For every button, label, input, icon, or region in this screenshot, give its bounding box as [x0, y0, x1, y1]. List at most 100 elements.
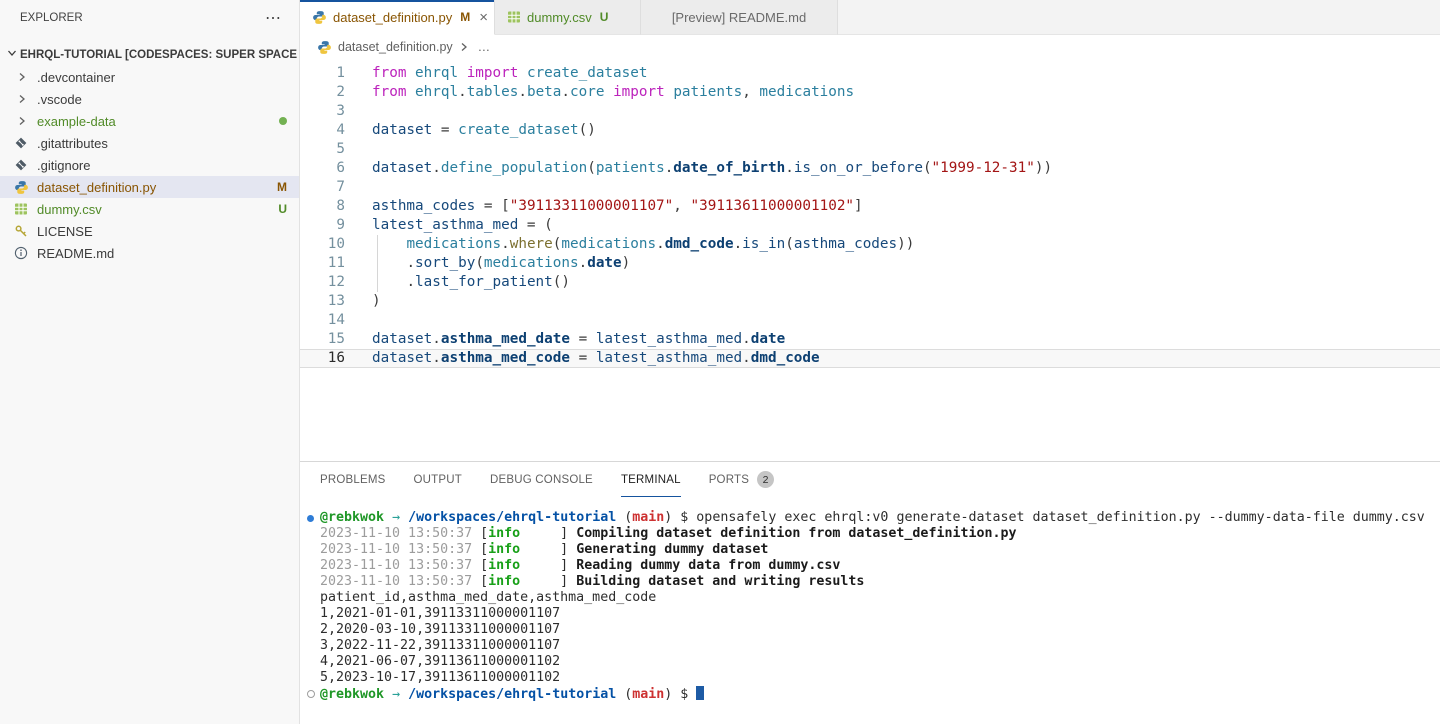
editor-tab-bar: dataset_definition.pyM×dummy.csvU[Previe… [300, 0, 1440, 35]
more-actions-icon[interactable]: ⋯ [265, 8, 281, 28]
csv-icon [14, 202, 37, 216]
code-line-6[interactable]: 6dataset.define_population(patients.date… [300, 159, 1440, 178]
code-editor[interactable]: 1from ehrql import create_dataset2from e… [300, 59, 1440, 461]
code-line-11[interactable]: 11 .sort_by(medications.date) [300, 254, 1440, 273]
line-number: 2 [300, 83, 345, 102]
vscode-window: EXPLORER ⋯ EHRQL-TUTORIAL [CODESPACES: S… [0, 0, 1440, 724]
line-number: 7 [300, 178, 345, 197]
chevron-down-icon [4, 45, 20, 64]
file-item-devcontainer[interactable]: .devcontainer [0, 66, 299, 88]
chevron-right-icon [456, 39, 472, 55]
code-line-14[interactable]: 14 [300, 311, 1440, 330]
panel-tab-label: OUTPUT [414, 474, 462, 486]
file-item-example-data[interactable]: example-data [0, 110, 299, 132]
line-number: 12 [300, 273, 345, 292]
code-line-10[interactable]: 10 medications.where(medications.dmd_cod… [300, 235, 1440, 254]
git-status-badge: M [460, 10, 470, 24]
code-text [345, 311, 372, 330]
panel-tab-label: PORTS [709, 474, 749, 486]
ports-count-badge: 2 [757, 471, 774, 488]
panel-tab-label: PROBLEMS [320, 474, 386, 486]
file-label: .devcontainer [37, 70, 287, 85]
code-line-15[interactable]: 15dataset.asthma_med_date = latest_asthm… [300, 330, 1440, 349]
line-number: 9 [300, 216, 345, 235]
tab-dummy-csv[interactable]: dummy.csvU [495, 0, 641, 35]
file-item-readme-md[interactable]: README.md [0, 242, 299, 264]
line-number: 13 [300, 292, 345, 311]
line-number: 11 [300, 254, 345, 273]
code-text: from ehrql.tables.beta.core import patie… [345, 83, 854, 102]
code-line-4[interactable]: 4dataset = create_dataset() [300, 121, 1440, 140]
breadcrumb[interactable]: dataset_definition.py … [300, 35, 1440, 59]
terminal-line-2: 2023-11-10 13:50:37 [info ] Compiling da… [320, 526, 1440, 542]
code-text: latest_asthma_med = ( [345, 216, 553, 235]
code-text: ) [345, 292, 381, 311]
code-line-16[interactable]: 16dataset.asthma_med_code = latest_asthm… [300, 349, 1440, 368]
breadcrumb-more[interactable]: … [478, 40, 491, 54]
breadcrumb-file[interactable]: dataset_definition.py [338, 40, 453, 54]
git-icon [14, 158, 37, 172]
editor-area: dataset_definition.py M × dummy.csvU[Previe… [300, 0, 1440, 724]
file-tree: .devcontainer .vscode example-data .gitattr… [0, 66, 299, 264]
tab-preview-readme-md[interactable]: [Preview] README.md [641, 0, 838, 35]
line-number: 14 [300, 311, 345, 330]
tab-label: dummy.csv [527, 10, 592, 25]
code-line-12[interactable]: 12 .last_for_patient() [300, 273, 1440, 292]
file-item-gitignore[interactable]: .gitignore [0, 154, 299, 176]
panel-tab-label: TERMINAL [621, 474, 681, 486]
indent-guide [377, 254, 378, 273]
csv-icon [507, 10, 521, 24]
code-text [345, 178, 372, 197]
line-number: 15 [300, 330, 345, 349]
terminal-command-dot [307, 515, 314, 522]
terminal-line-10: 4,2021-06-07,39113611000001102 [320, 654, 1440, 670]
code-text: asthma_codes = ["39113311000001107", "39… [345, 197, 863, 216]
line-number: 3 [300, 102, 345, 121]
code-line-3[interactable]: 3 [300, 102, 1440, 121]
line-number: 1 [300, 64, 345, 83]
python-icon [312, 10, 327, 25]
panel-tab-label: DEBUG CONSOLE [490, 474, 593, 486]
file-label: .vscode [37, 92, 287, 107]
file-label: example-data [37, 114, 271, 129]
code-line-1[interactable]: 1from ehrql import create_dataset [300, 64, 1440, 83]
code-text: dataset = create_dataset() [345, 121, 596, 140]
tab-dataset-definition-py[interactable]: dataset_definition.pyM× [300, 0, 495, 35]
code-line-9[interactable]: 9latest_asthma_med = ( [300, 216, 1440, 235]
code-text: from ehrql import create_dataset [345, 64, 647, 83]
terminal-line-7: 1,2021-01-01,39113311000001107 [320, 606, 1440, 622]
code-line-5[interactable]: 5 [300, 140, 1440, 159]
code-line-2[interactable]: 2from ehrql.tables.beta.core import pati… [300, 83, 1440, 102]
line-number: 16 [300, 349, 345, 368]
explorer-sidebar: EXPLORER ⋯ EHRQL-TUTORIAL [CODESPACES: S… [0, 0, 300, 724]
file-item-vscode[interactable]: .vscode [0, 88, 299, 110]
terminal-line-4: 2023-11-10 13:50:37 [info ] Reading dumm… [320, 558, 1440, 574]
panel-tab-terminal[interactable]: TERMINAL [621, 462, 681, 497]
workspace-root-folder[interactable]: EHRQL-TUTORIAL [CODESPACES: SUPER SPACE … [0, 43, 299, 66]
panel-tab-debug-console[interactable]: DEBUG CONSOLE [490, 462, 593, 497]
python-icon [14, 180, 37, 195]
file-item-dummy-csv[interactable]: dummy.csvU [0, 198, 299, 220]
panel-tab-output[interactable]: OUTPUT [414, 462, 462, 497]
file-label: README.md [37, 246, 287, 261]
code-line-8[interactable]: 8asthma_codes = ["39113311000001107", "3… [300, 197, 1440, 216]
python-file-icon [317, 40, 332, 55]
close-icon[interactable]: × [479, 9, 488, 26]
terminal-line-8: 2,2020-03-10,39113311000001107 [320, 622, 1440, 638]
file-item-gitattributes[interactable]: .gitattributes [0, 132, 299, 154]
info-icon [14, 246, 37, 260]
terminal-prompt-dot [307, 690, 315, 698]
terminal[interactable]: @rebkwok → /workspaces/ehrql-tutorial (m… [300, 497, 1440, 702]
file-label: .gitignore [37, 158, 287, 173]
panel-tab-ports[interactable]: PORTS 2 [709, 462, 774, 497]
file-item-dataset-definition-py[interactable]: dataset_definition.pyM [0, 176, 299, 198]
terminal-line-3: 2023-11-10 13:50:37 [info ] Generating d… [320, 542, 1440, 558]
terminal-line-9: 3,2022-11-22,39113311000001107 [320, 638, 1440, 654]
panel-tab-problems[interactable]: PROBLEMS [320, 462, 386, 497]
untracked-dot-badge [279, 117, 287, 125]
workspace-root-label: EHRQL-TUTORIAL [CODESPACES: SUPER SPACE … [20, 49, 299, 61]
file-label: .gitattributes [37, 136, 287, 151]
code-line-7[interactable]: 7 [300, 178, 1440, 197]
file-item-license[interactable]: LICENSE [0, 220, 299, 242]
code-line-13[interactable]: 13) [300, 292, 1440, 311]
